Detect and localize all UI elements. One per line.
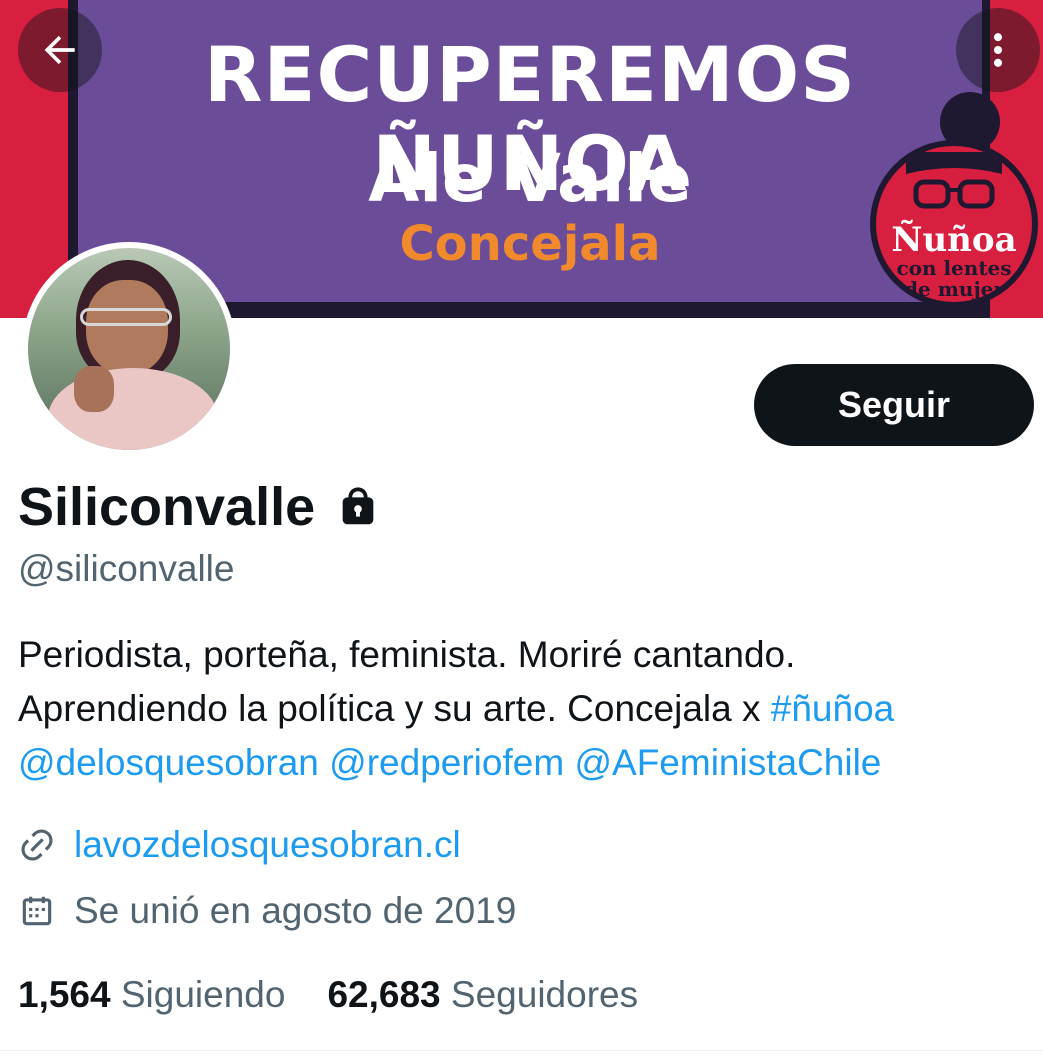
- mention-link-redperiofem[interactable]: @redperiofem: [329, 742, 564, 783]
- avatar[interactable]: [22, 242, 236, 456]
- follow-stats: 1,564 Siguiendo 62,683 Seguidores: [18, 974, 680, 1016]
- avatar-hand: [74, 366, 114, 412]
- badge-line-3: de mujer: [904, 277, 1004, 301]
- bio-line-2-text: Aprendiendo la política y su arte. Conce…: [18, 688, 771, 729]
- mention-link-delosquesobran[interactable]: @delosquesobran: [18, 742, 319, 783]
- back-button[interactable]: [18, 8, 102, 92]
- followers-stat[interactable]: 62,683 Seguidores: [327, 974, 638, 1016]
- following-stat[interactable]: 1,564 Siguiendo: [18, 974, 285, 1016]
- followers-count: 62,683: [327, 974, 441, 1015]
- joined-row: Se unió en agosto de 2019: [18, 890, 516, 932]
- website-row: lavozdelosquesobran.cl: [18, 824, 461, 866]
- website-link[interactable]: lavozdelosquesobran.cl: [74, 824, 461, 866]
- badge-title: Ñuñoa: [891, 220, 1017, 260]
- bio-line-3: @delosquesobran @redperiofem @AFeminista…: [18, 736, 1028, 790]
- calendar-icon: [18, 892, 56, 930]
- joined-date: Se unió en agosto de 2019: [74, 890, 517, 931]
- nunoa-badge: Ñuñoa con lentes de mujer: [870, 140, 1038, 308]
- banner-role: Concejala: [399, 216, 661, 272]
- avatar-face: [86, 280, 168, 374]
- avatar-photo: [28, 248, 230, 450]
- following-label: Siguiendo: [120, 974, 286, 1015]
- hashtag-link[interactable]: #ñuñoa: [771, 688, 894, 729]
- lock-icon: [335, 484, 381, 530]
- badge-glasses-icon: [906, 152, 1002, 209]
- followers-label: Seguidores: [450, 974, 639, 1015]
- badge-subtitle: con lentes de mujer: [876, 258, 1032, 300]
- bio: Periodista, porteña, feminista. Moriré c…: [18, 628, 1028, 790]
- more-vertical-icon: [993, 33, 1003, 67]
- display-name: Siliconvalle: [18, 477, 316, 537]
- following-count: 1,564: [18, 974, 111, 1015]
- badge-line-2: con lentes: [896, 256, 1012, 280]
- handle: @siliconvalle: [18, 548, 235, 589]
- follow-button[interactable]: Seguir: [754, 364, 1034, 446]
- display-name-row: Siliconvalle: [18, 476, 381, 538]
- banner-name: Ale Valle: [368, 140, 692, 217]
- bio-line-2: Aprendiendo la política y su arte. Conce…: [18, 682, 1028, 736]
- divider: [0, 1050, 1043, 1051]
- more-options-button[interactable]: [956, 8, 1040, 92]
- bio-line-1: Periodista, porteña, feminista. Moriré c…: [18, 634, 796, 675]
- avatar-glasses: [80, 308, 172, 326]
- arrow-left-icon: [44, 35, 75, 65]
- mention-link-afeministachile[interactable]: @AFeministaChile: [574, 742, 881, 783]
- link-icon: [18, 826, 56, 864]
